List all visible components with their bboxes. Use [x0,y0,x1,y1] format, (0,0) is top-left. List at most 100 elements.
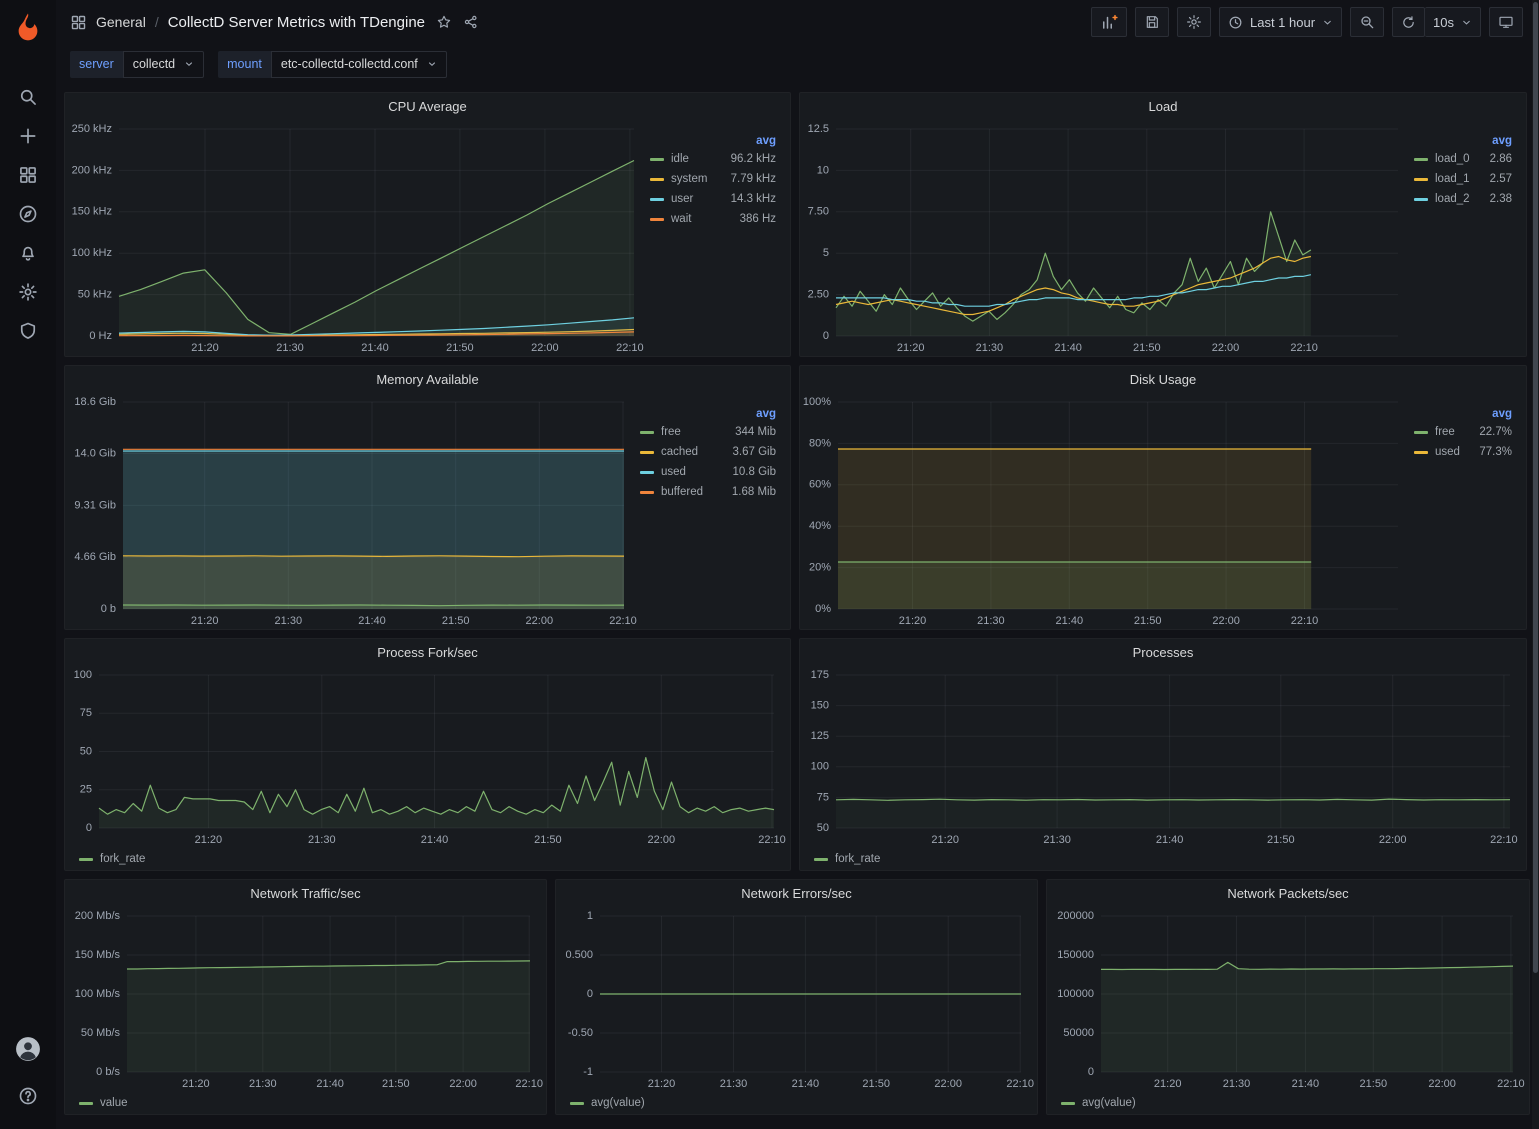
legend-label[interactable]: system [671,173,707,185]
legend-label[interactable]: avg(value) [591,1097,645,1109]
legend-avg-header[interactable]: avg [640,394,784,422]
svg-text:12.5: 12.5 [808,123,829,135]
network-packets-chart[interactable]: 05000010000015000020000021:2021:3021:402… [1047,908,1529,1092]
series-color-swatch [79,858,93,861]
help-button[interactable] [7,1076,49,1115]
panel-title-process-fork[interactable]: Process Fork/sec [65,639,790,667]
legend-item-used[interactable]: used10.8 Gib [640,462,784,482]
network-traffic-chart[interactable]: 0 b/s50 Mb/s100 Mb/s150 Mb/s200 Mb/s21:2… [65,908,546,1092]
panel-title-network-packets[interactable]: Network Packets/sec [1047,880,1529,908]
plus-icon [18,126,38,146]
panel-title-memory-available[interactable]: Memory Available [65,366,790,394]
time-range-label: Last 1 hour [1250,15,1315,30]
zoom-out-time-button[interactable] [1350,7,1384,37]
user-profile-button[interactable] [7,1029,49,1068]
svg-text:50 kHz: 50 kHz [78,289,112,301]
legend-label[interactable]: used [661,466,686,478]
legend-avg-header[interactable]: avg [650,121,784,149]
sidebar-item-explore[interactable] [7,194,49,233]
legend-label[interactable]: used [1435,446,1460,458]
legend-item-idle[interactable]: idle96.2 kHz [650,149,784,169]
star-dashboard-button[interactable] [436,14,452,30]
legend-item-free[interactable]: free344 Mib [640,422,784,442]
refresh-dashboard-button[interactable] [1392,7,1425,37]
save-dashboard-button[interactable] [1135,7,1169,37]
sidebar-item-server-admin[interactable] [7,311,49,350]
cpu-average-chart[interactable]: 0 Hz50 kHz100 kHz150 kHz200 kHz250 kHz21… [65,121,650,356]
cycle-view-mode-button[interactable] [1489,7,1523,37]
share-dashboard-button[interactable] [463,14,479,30]
processes-chart[interactable]: 507510012515017521:2021:3021:4021:5022:0… [800,667,1526,848]
memory-available-chart[interactable]: 0 b4.66 Gib9.31 Gib14.0 Gib18.6 Gib21:20… [65,394,640,629]
svg-text:100 Mb/s: 100 Mb/s [75,988,121,1000]
time-range-picker[interactable]: Last 1 hour [1219,7,1342,37]
panel-row-3: Process Fork/sec 025507510021:2021:3021:… [64,638,1531,871]
legend-item-user[interactable]: user14.3 kHz [650,189,784,209]
legend-label[interactable]: cached [661,446,698,458]
variable-server: server collectd [70,51,204,78]
add-panel-button[interactable] [1091,7,1127,37]
disk-usage-chart[interactable]: 0%20%40%60%80%100%21:2021:3021:4021:5022… [800,394,1414,629]
svg-text:21:30: 21:30 [1043,834,1071,846]
legend-label[interactable]: buffered [661,486,703,498]
legend-item-load_2[interactable]: load_22.38 [1414,189,1520,209]
legend-label[interactable]: free [661,426,681,438]
legend-item-wait[interactable]: wait386 Hz [650,209,784,229]
svg-text:21:40: 21:40 [1054,342,1082,354]
sidebar-item-configuration[interactable] [7,272,49,311]
legend-item-used[interactable]: used77.3% [1414,442,1520,462]
legend-label[interactable]: wait [671,213,691,225]
sidebar-item-search[interactable] [7,77,49,116]
sidebar-item-dashboards[interactable] [7,155,49,194]
legend-item-system[interactable]: system7.79 kHz [650,169,784,189]
page-scrollbar[interactable] [1532,0,1539,1129]
panel-title-cpu-average[interactable]: CPU Average [65,93,790,121]
legend-label[interactable]: free [1435,426,1455,438]
load-chart[interactable]: 02.5057.501012.521:2021:3021:4021:5022:0… [800,121,1414,356]
dashboard-settings-button[interactable] [1177,7,1211,37]
legend-item-load_1[interactable]: load_12.57 [1414,169,1520,189]
sidebar-item-alerting[interactable] [7,233,49,272]
scrollbar-thumb[interactable] [1533,2,1538,973]
legend-item-buffered[interactable]: buffered1.68 Mib [640,482,784,502]
svg-text:200000: 200000 [1057,910,1094,922]
process-fork-chart[interactable]: 025507510021:2021:3021:4021:5022:0022:10 [65,667,790,848]
variable-server-value-dropdown[interactable]: collectd [123,51,204,78]
legend-item-load_0[interactable]: load_02.86 [1414,149,1520,169]
panel-title-processes[interactable]: Processes [800,639,1526,667]
svg-text:21:20: 21:20 [899,615,927,627]
legend-avg-header[interactable]: avg [1414,394,1520,422]
legend-label[interactable]: load_1 [1435,173,1470,185]
legend-label[interactable]: load_2 [1435,193,1470,205]
panel-title-disk-usage[interactable]: Disk Usage [800,366,1526,394]
legend-label[interactable]: idle [671,153,689,165]
panel-title-load[interactable]: Load [800,93,1526,121]
legend-label[interactable]: user [671,193,693,205]
legend-label[interactable]: avg(value) [1082,1097,1136,1109]
legend-item-free[interactable]: free22.7% [1414,422,1520,442]
sidebar-item-create[interactable] [7,116,49,155]
dashboard-title[interactable]: CollectD Server Metrics with TDengine [168,14,425,31]
svg-text:22:00: 22:00 [648,834,676,846]
variable-mount-value-dropdown[interactable]: etc-collectd-collectd.conf [271,51,447,78]
load-legend: avgload_02.86load_12.57load_22.38 [1414,121,1526,356]
legend-label[interactable]: value [100,1097,128,1109]
refresh-interval-picker[interactable]: 10s [1425,7,1481,37]
legend-avg-header[interactable]: avg [1414,121,1520,149]
legend-label[interactable]: fork_rate [835,853,880,865]
grafana-logo[interactable] [11,9,45,43]
panel-title-network-traffic[interactable]: Network Traffic/sec [65,880,546,908]
legend-label[interactable]: fork_rate [100,853,145,865]
network-errors-chart[interactable]: -1-0.5000.500121:2021:3021:4021:5022:002… [556,908,1037,1092]
svg-text:21:50: 21:50 [1267,834,1295,846]
svg-text:200 Mb/s: 200 Mb/s [75,910,121,922]
svg-text:22:00: 22:00 [526,615,554,627]
svg-text:22:00: 22:00 [1212,342,1240,354]
breadcrumb-folder[interactable]: General [96,14,146,30]
memory-available-legend: avgfree344 Mibcached3.67 Gibused10.8 Gib… [640,394,790,629]
svg-text:22:00: 22:00 [934,1078,962,1090]
legend-item-cached[interactable]: cached3.67 Gib [640,442,784,462]
legend-label[interactable]: load_0 [1435,153,1470,165]
refresh-icon [1401,15,1416,30]
panel-title-network-errors[interactable]: Network Errors/sec [556,880,1037,908]
